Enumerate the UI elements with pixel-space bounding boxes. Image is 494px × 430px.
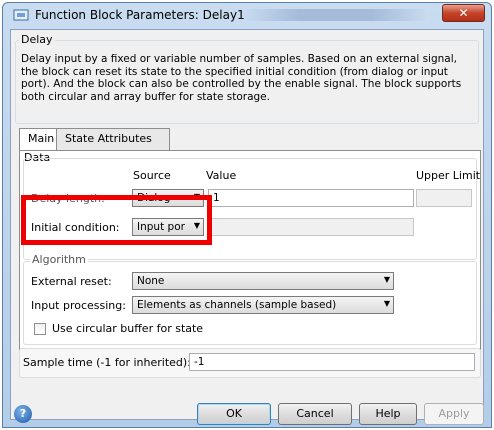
dialog-window: Function Block Parameters: Delay1 ✕ Dela… [2, 2, 492, 428]
title-bar-blur [243, 9, 428, 21]
help-button[interactable]: Help [359, 403, 417, 425]
circular-buffer-checkbox[interactable] [34, 323, 46, 335]
sample-time-field[interactable]: -1 [189, 353, 475, 371]
chevron-down-icon: ▼ [383, 275, 390, 284]
apply-button[interactable]: Apply [424, 403, 484, 425]
main-tab-panel: Data Source Value Upper Limit Delay leng… [19, 150, 481, 350]
title-bar[interactable]: Function Block Parameters: Delay1 ✕ [3, 3, 491, 27]
simulink-block-icon [13, 9, 29, 21]
dialog-client: Delay Delay input by a fixed or variable… [10, 29, 484, 420]
source-column-header: Source [133, 169, 171, 182]
delay-length-value-field[interactable]: 1 [208, 189, 414, 207]
highlight-rectangle [21, 195, 212, 245]
ok-button[interactable]: OK [197, 403, 271, 425]
initial-condition-value-field[interactable] [208, 218, 414, 236]
upper-limit-column-header: Upper Limit [416, 169, 481, 182]
input-processing-label: Input processing: [31, 299, 126, 312]
close-button[interactable]: ✕ [442, 4, 485, 22]
algorithm-group-label: Algorithm [30, 253, 88, 266]
sample-time-panel: Sample time (-1 for inherited): -1 [19, 348, 481, 378]
external-reset-dropdown[interactable]: None ▼ [132, 272, 394, 290]
external-reset-value: None [137, 275, 165, 287]
external-reset-label: External reset: [31, 275, 112, 288]
delay-length-upper-limit-field[interactable] [416, 189, 472, 207]
help-icon[interactable]: ? [14, 405, 32, 423]
input-processing-dropdown[interactable]: Elements as channels (sample based) ▼ [132, 296, 394, 314]
tab-main[interactable]: Main [19, 128, 57, 151]
cancel-button[interactable]: Cancel [278, 403, 352, 425]
value-column-header: Value [206, 169, 237, 182]
tab-state-attributes[interactable]: State Attributes [56, 128, 170, 150]
sample-time-label: Sample time (-1 for inherited): [23, 356, 191, 369]
block-description: Delay input by a fixed or variable numbe… [21, 53, 462, 103]
window-title: Function Block Parameters: Delay1 [35, 8, 245, 22]
circular-buffer-label[interactable]: Use circular buffer for state [52, 322, 203, 335]
input-processing-value: Elements as channels (sample based) [137, 299, 337, 311]
chevron-down-icon: ▼ [383, 299, 390, 308]
delay-group-label: Delay [19, 33, 55, 46]
